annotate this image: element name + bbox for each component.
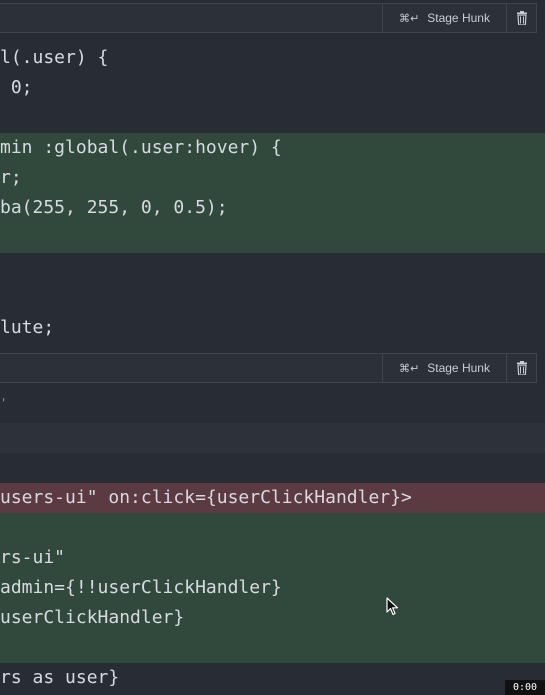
stage-shortcut-icon: ⌘↵ xyxy=(399,361,420,375)
code-line-added: r; xyxy=(0,167,22,188)
code-line: lute; xyxy=(0,317,55,338)
stage-hunk-label: Stage Hunk xyxy=(427,11,490,25)
code-line-added: ba(255, 255, 0, 0.5); xyxy=(0,197,228,218)
code-line-added: userClickHandler} xyxy=(0,607,185,628)
code-line: ' xyxy=(0,396,8,410)
trash-icon xyxy=(516,11,527,25)
discard-hunk-button[interactable] xyxy=(507,4,536,32)
neutral-line-band xyxy=(0,423,545,453)
code-line: rs as user} xyxy=(0,667,120,688)
code-line-removed: users-ui" on:click={userClickHandler}> xyxy=(0,487,412,508)
hunk-actions: ⌘↵ Stage Hunk xyxy=(382,3,537,33)
hunk-header: ⌘↵ Stage Hunk xyxy=(0,3,537,33)
timestamp-badge: 0:00 xyxy=(505,680,545,695)
stage-hunk-button[interactable]: ⌘↵ Stage Hunk xyxy=(383,354,507,382)
hunk-actions: ⌘↵ Stage Hunk xyxy=(382,353,537,383)
code-line-added: rs-ui" xyxy=(0,547,66,568)
code-line-added: admin={!!userClickHandler} xyxy=(0,577,282,598)
code-line-added: min :global(.user:hover) { xyxy=(0,137,282,158)
discard-hunk-button[interactable] xyxy=(507,354,536,382)
trash-icon xyxy=(516,361,527,375)
stage-hunk-button[interactable]: ⌘↵ Stage Hunk xyxy=(383,4,507,32)
stage-shortcut-icon: ⌘↵ xyxy=(399,11,420,25)
mouse-cursor-icon xyxy=(386,597,399,616)
stage-hunk-label: Stage Hunk xyxy=(427,361,490,375)
code-line: l(.user) { xyxy=(0,47,109,68)
hunk-header: ⌘↵ Stage Hunk xyxy=(0,353,537,383)
code-line: 0; xyxy=(0,77,33,98)
